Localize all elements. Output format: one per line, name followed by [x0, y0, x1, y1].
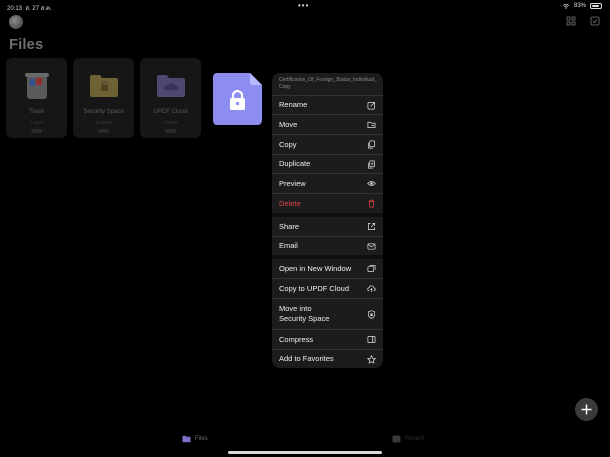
- folder-move-icon: [367, 121, 376, 129]
- new-window-icon: [367, 264, 376, 273]
- pdf-file-lock-icon[interactable]: [213, 73, 262, 125]
- menu-item-label: Copy to UPDF Cloud: [279, 283, 350, 293]
- tab-secondary[interactable]: Recent: [392, 435, 424, 443]
- grid-view-icon[interactable]: [566, 16, 576, 26]
- menu-item-delete[interactable]: Delete: [272, 193, 383, 213]
- folder-icon: [182, 435, 191, 443]
- menu-item-add-to-favorites[interactable]: Add to Favorites: [272, 349, 383, 368]
- menu-item-label: Move: [279, 119, 298, 129]
- archive-icon: [367, 335, 376, 344]
- menu-item-copy-to-cloud[interactable]: Copy to UPDF Cloud: [272, 278, 383, 298]
- wifi-icon: [562, 3, 570, 9]
- rename-icon: [367, 101, 376, 109]
- mail-icon: [367, 242, 376, 250]
- copy-icon: [367, 140, 376, 149]
- status-time: 20:13 ส. 27 ส.ค.: [7, 6, 52, 12]
- tab-files[interactable]: Files: [182, 435, 208, 443]
- status-bar: 20:13 ส. 27 ส.ค. ••• 83%: [0, 0, 610, 12]
- menu-item-label: Rename: [279, 100, 308, 109]
- eye-icon: [367, 181, 376, 186]
- menu-item-compress[interactable]: Compress: [272, 329, 383, 349]
- cloud-upload-icon: [367, 285, 376, 292]
- tile-name: Security Space: [83, 109, 124, 115]
- menu-item-open-new-window[interactable]: Open in New Window: [272, 259, 383, 278]
- menu-item-label: Compress: [279, 334, 314, 344]
- context-menu-file-name: Certification_Of_Foreign_Status_Individu…: [279, 77, 377, 90]
- menu-item-label: Add to Favorites: [279, 354, 334, 363]
- shield-lock-icon: [367, 309, 376, 319]
- menu-item-move-to-security-space[interactable]: Move into Security Space: [272, 298, 383, 329]
- star-icon: [367, 354, 376, 364]
- menu-item-preview[interactable]: Preview: [272, 173, 383, 193]
- menu-item-copy[interactable]: Copy: [272, 134, 383, 154]
- security-space-tile[interactable]: Security Space 12 Items: [73, 58, 134, 138]
- page-title: Files: [9, 36, 44, 53]
- menu-item-label: Delete: [279, 198, 301, 208]
- tile-badge: [165, 129, 176, 133]
- updf-cloud-tile[interactable]: UPDF Cloud 0 Items: [140, 58, 201, 138]
- trash-tile[interactable]: Trash 1 Item: [6, 58, 67, 138]
- home-indicator[interactable]: [228, 451, 382, 454]
- duplicate-icon: [367, 160, 376, 168]
- tile-badge: [31, 129, 42, 133]
- header-actions: [566, 16, 600, 26]
- menu-item-label: Share: [279, 221, 300, 231]
- tile-count: 1 Item: [30, 120, 43, 125]
- tab-secondary-icon: [392, 435, 401, 443]
- tab-label: Files: [195, 436, 208, 442]
- menu-item-label: Preview: [279, 178, 306, 188]
- menu-item-label: Move into Security Space: [279, 304, 330, 323]
- tile-name: Trash: [28, 109, 45, 115]
- plus-icon: [581, 404, 592, 415]
- lock-folder-icon: [90, 75, 118, 97]
- context-menu: Certification_Of_Foreign_Status_Individu…: [272, 73, 383, 368]
- multitasking-dots-icon[interactable]: •••: [298, 1, 309, 10]
- menu-item-email[interactable]: Email: [272, 236, 383, 255]
- menu-item-duplicate[interactable]: Duplicate: [272, 154, 383, 173]
- menu-item-label: Open in New Window: [279, 263, 352, 273]
- trash-icon: [368, 199, 375, 208]
- menu-item-label: Copy: [279, 139, 297, 149]
- avatar[interactable]: [9, 15, 23, 29]
- add-button[interactable]: [575, 398, 598, 421]
- menu-item-label: Email: [279, 241, 298, 250]
- trash-bin-icon: [25, 73, 49, 99]
- share-icon: [367, 222, 376, 231]
- tile-count: 0 Items: [163, 120, 178, 125]
- tile-badge: [98, 129, 109, 133]
- battery-icon: [590, 3, 602, 9]
- menu-item-move[interactable]: Move: [272, 114, 383, 134]
- menu-item-label: Duplicate: [279, 159, 311, 168]
- tile-count: 12 Items: [94, 120, 113, 125]
- menu-item-share[interactable]: Share: [272, 217, 383, 236]
- cloud-folder-icon: [157, 75, 185, 97]
- status-right: 83%: [562, 3, 602, 9]
- menu-item-rename[interactable]: Rename: [272, 95, 383, 114]
- tile-name: UPDF Cloud: [153, 109, 188, 115]
- select-checkbox-icon[interactable]: [590, 16, 600, 26]
- battery-percent: 83%: [573, 3, 586, 9]
- tab-label: Recent: [405, 436, 425, 442]
